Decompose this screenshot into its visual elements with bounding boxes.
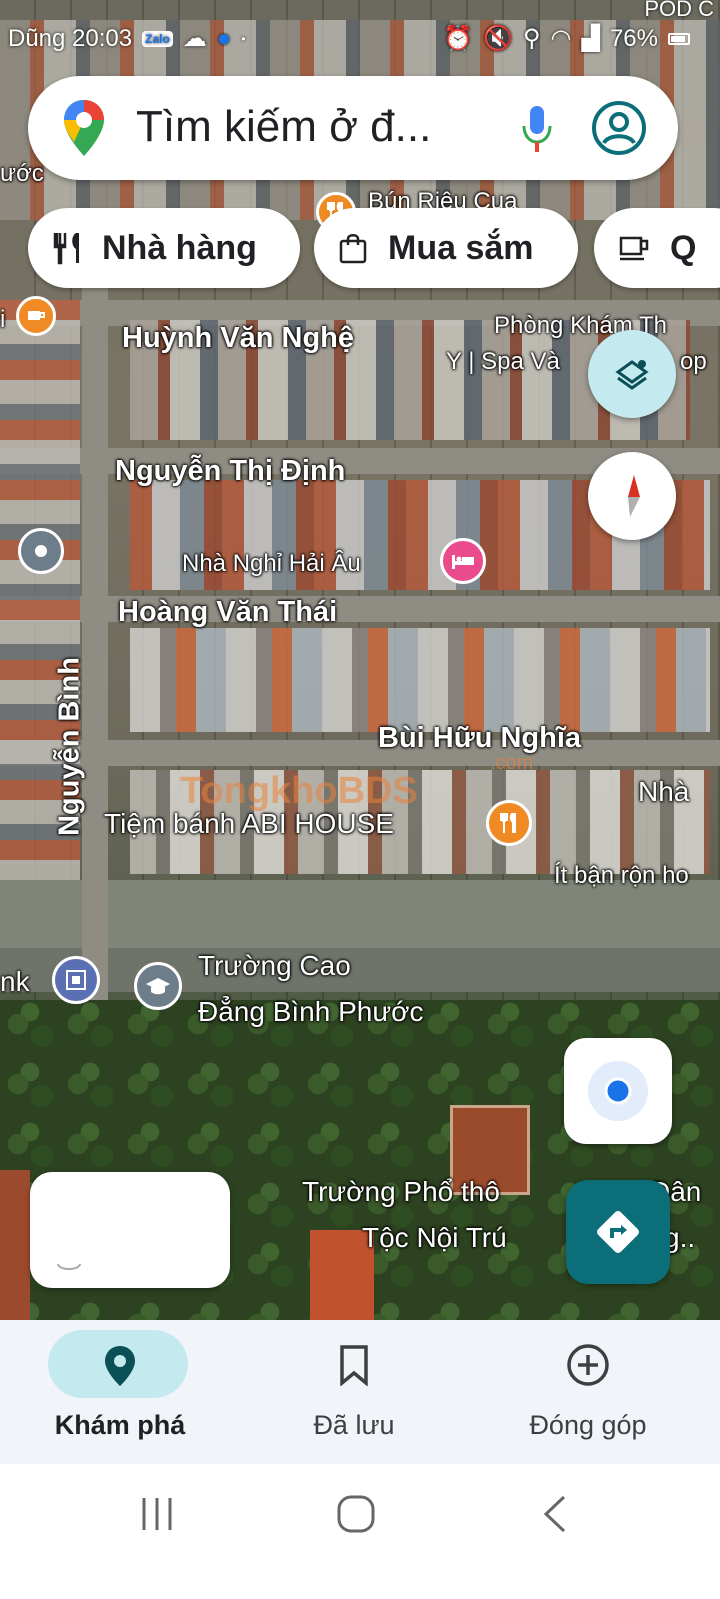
building-block: [130, 628, 710, 732]
place-label-nha-nghi[interactable]: Nhà Nghỉ Hải Âu: [182, 550, 361, 578]
weather-icon: ☁: [182, 25, 207, 52]
battery-icon: [668, 32, 690, 45]
nav-saved[interactable]: Đã lưu: [234, 1320, 474, 1464]
dot-icon: [35, 545, 47, 557]
directions-icon: [597, 1211, 639, 1253]
bookmark-icon: [340, 1345, 368, 1386]
place-label-truong-pho-thong-1[interactable]: Trường Phổ thô: [302, 1176, 500, 1208]
dot-icon: •: [241, 31, 246, 46]
government-pin-icon[interactable]: [52, 956, 100, 1004]
place-label-spa[interactable]: Y | Spa Và: [446, 348, 560, 376]
restaurant-icon: [53, 233, 79, 265]
chip-label: Nhà hàng: [102, 228, 257, 267]
coffee-cup-icon: [28, 311, 45, 320]
my-location-button[interactable]: [564, 1038, 672, 1144]
road: [0, 596, 720, 622]
google-maps-logo-icon: [64, 100, 104, 156]
chip-coffee[interactable]: Q: [594, 208, 720, 288]
home-icon[interactable]: [336, 1494, 376, 1534]
status-bar: Dũng 20:03 Zalo ☁ ● • POD C ⏰ 🔇 ⚲ ◠ ▟ 76…: [0, 0, 720, 70]
wifi-icon: ◠: [550, 25, 572, 52]
shopping-bag-icon: [339, 234, 367, 264]
school-pin-icon[interactable]: [134, 962, 182, 1010]
status-corner-text: POD C: [644, 0, 714, 21]
place-label-truong-pho-thong-2[interactable]: Tộc Nội Trú: [362, 1222, 507, 1254]
map-info-card[interactable]: [30, 1172, 230, 1288]
layers-button[interactable]: [588, 330, 676, 418]
highway: [0, 880, 720, 950]
street-label-nguyen-thi-dinh: Nguyễn Thị Định: [115, 455, 346, 487]
place-label-truong-cao-dang-1[interactable]: Trường Cao: [198, 950, 351, 982]
watermark-sub: .com: [490, 752, 534, 774]
street-label-hoang-van-thai: Hoàng Văn Thái: [118, 596, 338, 628]
graduation-cap-icon: [146, 978, 170, 995]
coffee-icon: [619, 236, 649, 261]
directions-button[interactable]: [566, 1180, 670, 1284]
place-label-op: op: [680, 348, 707, 375]
nav-explore[interactable]: Khám phá: [0, 1320, 240, 1464]
my-location-icon: [588, 1061, 648, 1121]
battery-text: 76%: [609, 24, 658, 52]
building-icon: [66, 970, 86, 990]
zalo-icon: Zalo: [142, 30, 173, 47]
compass-icon: [628, 475, 640, 517]
chip-label: Mua sắm: [388, 228, 534, 267]
place-label-i: i: [0, 306, 6, 333]
chip-shopping[interactable]: Mua sắm: [314, 208, 578, 288]
chip-label: Q: [670, 228, 697, 267]
explore-pin-icon: [105, 1346, 135, 1386]
bed-icon: [452, 555, 474, 569]
bottom-navigation: Khám phá Đã lưu Đóng góp: [0, 1320, 720, 1464]
hotel-pin-icon[interactable]: [440, 538, 486, 584]
location-icon: ⚲: [522, 25, 541, 52]
place-label-tiem-banh[interactable]: Tiệm bánh ABI HOUSE: [104, 808, 394, 840]
place-label-truong-cao-dang-2[interactable]: Đẳng Bình Phước: [198, 996, 423, 1028]
account-avatar-icon[interactable]: [591, 100, 647, 156]
street-label-nguyen-binh: Nguyễn Bình: [53, 657, 86, 836]
add-circle-icon: [567, 1344, 609, 1386]
signal-icon: ▟: [581, 25, 600, 52]
microphone-icon[interactable]: [520, 104, 554, 154]
status-time: Dũng 20:03: [8, 24, 133, 52]
place-label-phuoc: ước: [0, 160, 44, 187]
place-label-nk[interactable]: nk: [0, 966, 30, 998]
messenger-icon: ●: [216, 24, 232, 52]
rotate-icon: [57, 1263, 81, 1270]
street-label-huynh-van-nghe: Huỳnh Văn Nghệ: [122, 322, 355, 354]
place-label-it-ban-ron: Ít bận rộn ho: [554, 862, 689, 889]
nav-label: Khám phá: [54, 1410, 186, 1440]
highway-lane: [0, 948, 720, 992]
nav-contribute[interactable]: Đóng góp: [468, 1320, 708, 1464]
layers-icon: [615, 360, 649, 390]
alarm-icon: ⏰: [443, 25, 474, 52]
nav-label: Đã lưu: [313, 1410, 395, 1440]
street-label-bui-huu-nghia: Bùi Hữu Nghĩa: [378, 722, 582, 754]
compass-button[interactable]: [588, 452, 676, 540]
map-view[interactable]: TongkhoBDS .com Huỳnh Văn Nghệ Nguyễn Th…: [0, 0, 720, 1348]
fork-knife-icon: [500, 813, 516, 833]
place-label-nha[interactable]: Nhà: [638, 776, 689, 808]
place-pin-icon[interactable]: [18, 528, 64, 574]
mute-icon: 🔇: [483, 25, 513, 52]
bakery-pin-icon[interactable]: [486, 800, 532, 846]
back-icon[interactable]: [542, 1494, 568, 1534]
watermark: TongkhoBDS: [180, 770, 418, 812]
cafe-pin-icon[interactable]: [16, 296, 56, 336]
system-navigation-bar: [0, 1464, 720, 1599]
chip-restaurants[interactable]: Nhà hàng: [28, 208, 300, 288]
search-bar[interactable]: Tìm kiếm ở đ...: [28, 76, 678, 180]
search-input[interactable]: Tìm kiếm ở đ...: [136, 102, 431, 152]
road: [0, 740, 720, 766]
recent-apps-icon[interactable]: [138, 1496, 178, 1532]
nav-label: Đóng góp: [529, 1410, 647, 1440]
